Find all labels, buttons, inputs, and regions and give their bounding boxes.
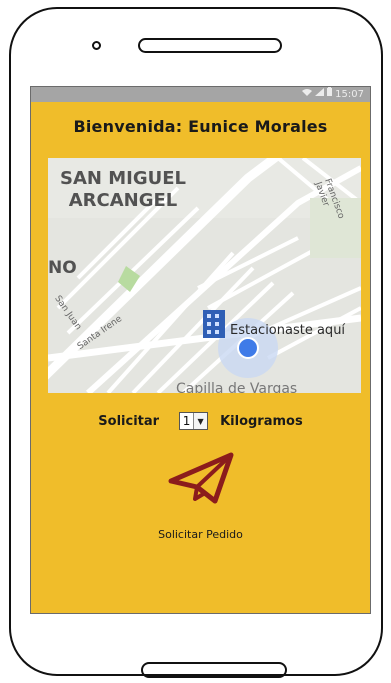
quantity-select[interactable]: 1 ▼ bbox=[179, 412, 209, 430]
map-bottom-label: Capilla de Vargas bbox=[176, 381, 298, 393]
status-time: 15:07 bbox=[335, 89, 364, 100]
map-area-label: SAN MIGUEL ARCANGEL bbox=[60, 168, 186, 212]
battery-icon bbox=[327, 87, 333, 102]
parked-here-label: Estacionaste aquí bbox=[230, 323, 346, 338]
app-screen: 15:07 Bienvenida: Eunice Morales SAN MIG… bbox=[30, 86, 371, 614]
map-area-line1: SAN MIGUEL bbox=[60, 168, 186, 189]
home-button[interactable] bbox=[141, 662, 287, 678]
welcome-title: Bienvenida: Eunice Morales bbox=[73, 117, 328, 136]
unit-label: Kilogramos bbox=[220, 413, 303, 429]
map-area-line2: ARCANGEL bbox=[68, 190, 178, 211]
quantity-value: 1 bbox=[182, 414, 191, 428]
status-bar: 15:07 bbox=[31, 87, 370, 102]
send-order-label[interactable]: Solicitar Pedido bbox=[31, 528, 370, 541]
map-view[interactable]: SAN MIGUEL ARCANGEL NO Santa Irene Franc… bbox=[48, 158, 361, 393]
paper-plane-icon bbox=[168, 452, 234, 504]
request-label: Solicitar bbox=[98, 413, 160, 429]
send-order-button[interactable] bbox=[167, 449, 237, 507]
wifi-icon bbox=[302, 87, 313, 102]
order-row: Solicitar 1 ▼ Kilogramos bbox=[31, 412, 370, 430]
map-partial-label: NO bbox=[48, 258, 77, 278]
speaker bbox=[138, 38, 282, 53]
camera bbox=[92, 41, 101, 50]
signal-icon bbox=[315, 87, 325, 102]
chevron-down-icon[interactable]: ▼ bbox=[193, 413, 208, 429]
